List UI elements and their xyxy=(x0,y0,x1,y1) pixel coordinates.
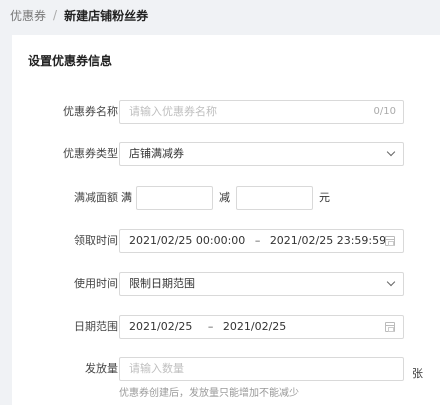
use-time-label: 使用时间 xyxy=(74,277,118,290)
threshold-row: 满减面额 满 减 元 xyxy=(12,186,440,210)
coupon-name-input[interactable]: 请输入优惠券名称 0/10 xyxy=(119,100,404,124)
date-range-picker[interactable]: 2021/02/25 – 2021/02/25 xyxy=(119,315,404,339)
calendar-icon xyxy=(385,236,395,246)
claim-time-start: 2021/02/25 00:00:00 xyxy=(129,234,246,247)
coupon-name-label: 优惠券名称 xyxy=(63,105,118,118)
claim-time-range-picker[interactable]: 2021/02/25 00:00:00 – 2021/02/25 23:59:5… xyxy=(119,229,404,253)
date-range-label: 日期范围 xyxy=(74,320,118,333)
use-time-row: 使用时间 限制日期范围 xyxy=(12,272,440,296)
section-title: 设置优惠券信息 xyxy=(28,54,113,68)
coupon-name-row: 优惠券名称 请输入优惠券名称 0/10 xyxy=(12,100,440,124)
coupon-type-row: 优惠券类型 店铺满减券 xyxy=(12,142,440,166)
date-range-row: 日期范围 2021/02/25 – 2021/02/25 xyxy=(12,315,440,339)
use-time-select[interactable]: 限制日期范围 xyxy=(119,272,404,296)
date-range-end: 2021/02/25 xyxy=(222,320,287,333)
quantity-input[interactable]: 请输入数量 xyxy=(119,357,404,381)
quantity-unit-text: 张 xyxy=(412,367,423,380)
threshold-unit-text: 元 xyxy=(319,191,330,204)
coupon-type-select[interactable]: 店铺满减券 xyxy=(119,142,404,166)
claim-time-end: 2021/02/25 23:59:59 xyxy=(269,234,387,247)
coupon-type-value: 店铺满减券 xyxy=(129,147,184,160)
date-range-separator: – xyxy=(207,320,214,333)
threshold-amount-input[interactable] xyxy=(136,186,213,210)
coupon-name-counter: 0/10 xyxy=(373,106,396,117)
threshold-label: 满减面额 xyxy=(74,191,118,204)
coupon-name-placeholder: 请输入优惠券名称 xyxy=(129,105,217,118)
use-time-value: 限制日期范围 xyxy=(129,277,195,290)
date-range-start: 2021/02/25 xyxy=(129,320,193,333)
coupon-type-label: 优惠券类型 xyxy=(63,147,118,160)
quantity-hint: 优惠券创建后，发放量只能增加不能减少 xyxy=(119,388,299,399)
chevron-down-icon xyxy=(386,277,396,287)
threshold-full-text: 满 xyxy=(121,191,132,204)
quantity-label: 发放量 xyxy=(85,362,118,375)
claim-time-label: 领取时间 xyxy=(74,234,118,247)
breadcrumb-parent-link[interactable]: 优惠券 xyxy=(10,7,46,24)
breadcrumb-separator: / xyxy=(53,8,58,22)
breadcrumb-current: 新建店铺粉丝券 xyxy=(64,8,149,23)
claim-time-row: 领取时间 2021/02/25 00:00:00 – 2021/02/25 23… xyxy=(12,229,440,253)
quantity-placeholder: 请输入数量 xyxy=(129,362,184,375)
coupon-form-card: 设置优惠券信息 优惠券名称 请输入优惠券名称 0/10 优惠券类型 店铺满减券 … xyxy=(12,35,440,405)
calendar-icon xyxy=(385,322,395,332)
quantity-row: 发放量 请输入数量 张 xyxy=(12,357,440,381)
threshold-minus-text: 减 xyxy=(219,191,230,204)
breadcrumb: 优惠券 / 新建店铺粉丝券 xyxy=(10,6,148,24)
claim-time-separator: – xyxy=(254,234,261,247)
discount-amount-input[interactable] xyxy=(236,186,313,210)
chevron-down-icon xyxy=(386,147,396,157)
